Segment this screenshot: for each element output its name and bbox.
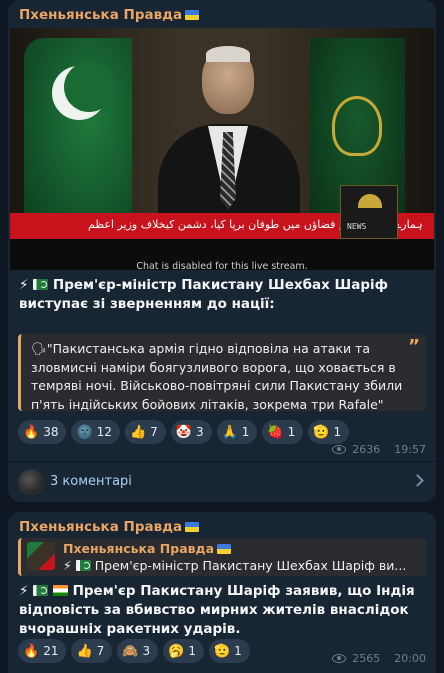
pakistan-flag-icon <box>33 585 49 596</box>
lightning-icon: ⚡ <box>63 558 72 573</box>
view-count: 2565 <box>352 652 381 665</box>
reaction-moon[interactable]: 🌚 12 <box>71 420 120 444</box>
lightning-icon: ⚡ <box>19 277 29 293</box>
reaction-fire[interactable]: 🔥 38 <box>18 420 67 444</box>
pakistan-flag-backdrop <box>24 38 132 238</box>
reaction-fire[interactable]: 🔥 21 <box>18 639 67 663</box>
comments-label: 3 коментарі <box>50 474 132 489</box>
channel-logo: NEWS <box>340 185 398 239</box>
speech-icon: 🗣 <box>31 341 47 356</box>
post-text: ⚡ Прем'єр Пакистану Шаріф заявив, що Інд… <box>19 583 415 637</box>
quote-block: 🗣"Пакистанська армія гідно відповіла на … <box>18 334 426 412</box>
post-text: ⚡ Прем'єр-міністр Пакистану Шехбах Шаріф… <box>19 277 389 312</box>
eye-icon <box>332 654 347 663</box>
post-meta: 2636 19:57 <box>332 443 426 456</box>
view-count: 2636 <box>352 443 381 456</box>
eye-icon <box>332 445 347 454</box>
avatar <box>18 469 44 495</box>
channel-name[interactable]: Пхеньянська Правда <box>19 519 200 535</box>
post-time: 20:00 <box>394 652 426 665</box>
post-meta: 2565 20:00 <box>332 652 426 665</box>
forward-preview: ⚡ Прем'єр-міністр Пакистану Шехбах Шаріф… <box>63 558 407 573</box>
forward-thumbnail <box>27 542 55 570</box>
video-player[interactable]: ہمارے شاہینوں نے فضاؤں میں طوفان برپا کی… <box>10 28 434 270</box>
reactions-bar: 🔥 38 🌚 12 👍 7 🤡 3 🙏 1 🍓 1 🫡 1 <box>18 420 350 444</box>
ukraine-flag-icon <box>185 10 200 20</box>
reaction-thumbs-up[interactable]: 👍 7 <box>124 420 166 444</box>
quote-text: 🗣"Пакистанська армія гідно відповіла на … <box>31 341 403 412</box>
india-flag-icon <box>52 585 68 596</box>
reaction-salute[interactable]: 🫡 1 <box>308 420 350 444</box>
reaction-salute[interactable]: 🫡 1 <box>208 639 250 663</box>
reactions-bar: 🔥 21 👍 7 🙈 3 🥱 1 🫡 1 <box>18 639 250 663</box>
comments-button[interactable]: 3 коментарі <box>8 462 436 502</box>
quote-icon: ” <box>408 336 420 357</box>
reaction-monkey[interactable]: 🙈 3 <box>117 639 159 663</box>
reaction-clown[interactable]: 🤡 3 <box>170 420 212 444</box>
chevron-right-icon <box>411 474 424 487</box>
reaction-yawn[interactable]: 🥱 1 <box>163 639 204 663</box>
ukraine-flag-icon <box>217 544 232 554</box>
post-time: 19:57 <box>394 443 426 456</box>
channel-post[interactable]: Пхеньянська Правда Пхеньянська Правда ⚡ … <box>8 512 436 673</box>
reaction-strawberry[interactable]: 🍓 1 <box>262 420 304 444</box>
pakistan-flag-icon <box>75 560 91 571</box>
pakistan-flag-icon <box>33 279 49 290</box>
channel-name[interactable]: Пхеньянська Правда <box>19 7 200 23</box>
lightning-icon: ⚡ <box>19 583 29 599</box>
forward-source: Пхеньянська Правда <box>63 541 232 556</box>
speaker <box>182 46 272 148</box>
ukraine-flag-icon <box>185 522 200 532</box>
channel-post[interactable]: Пхеньянська Правда ہمارے شاہینوں نے فضاؤ… <box>8 0 436 502</box>
reaction-pray[interactable]: 🙏 1 <box>216 420 258 444</box>
chat-disabled-notice: Chat is disabled for this live stream. <box>136 261 308 270</box>
forwarded-message[interactable]: Пхеньянська Правда ⚡ Прем'єр-міністр Пак… <box>18 538 426 576</box>
reaction-thumbs-up[interactable]: 👍 7 <box>71 639 113 663</box>
